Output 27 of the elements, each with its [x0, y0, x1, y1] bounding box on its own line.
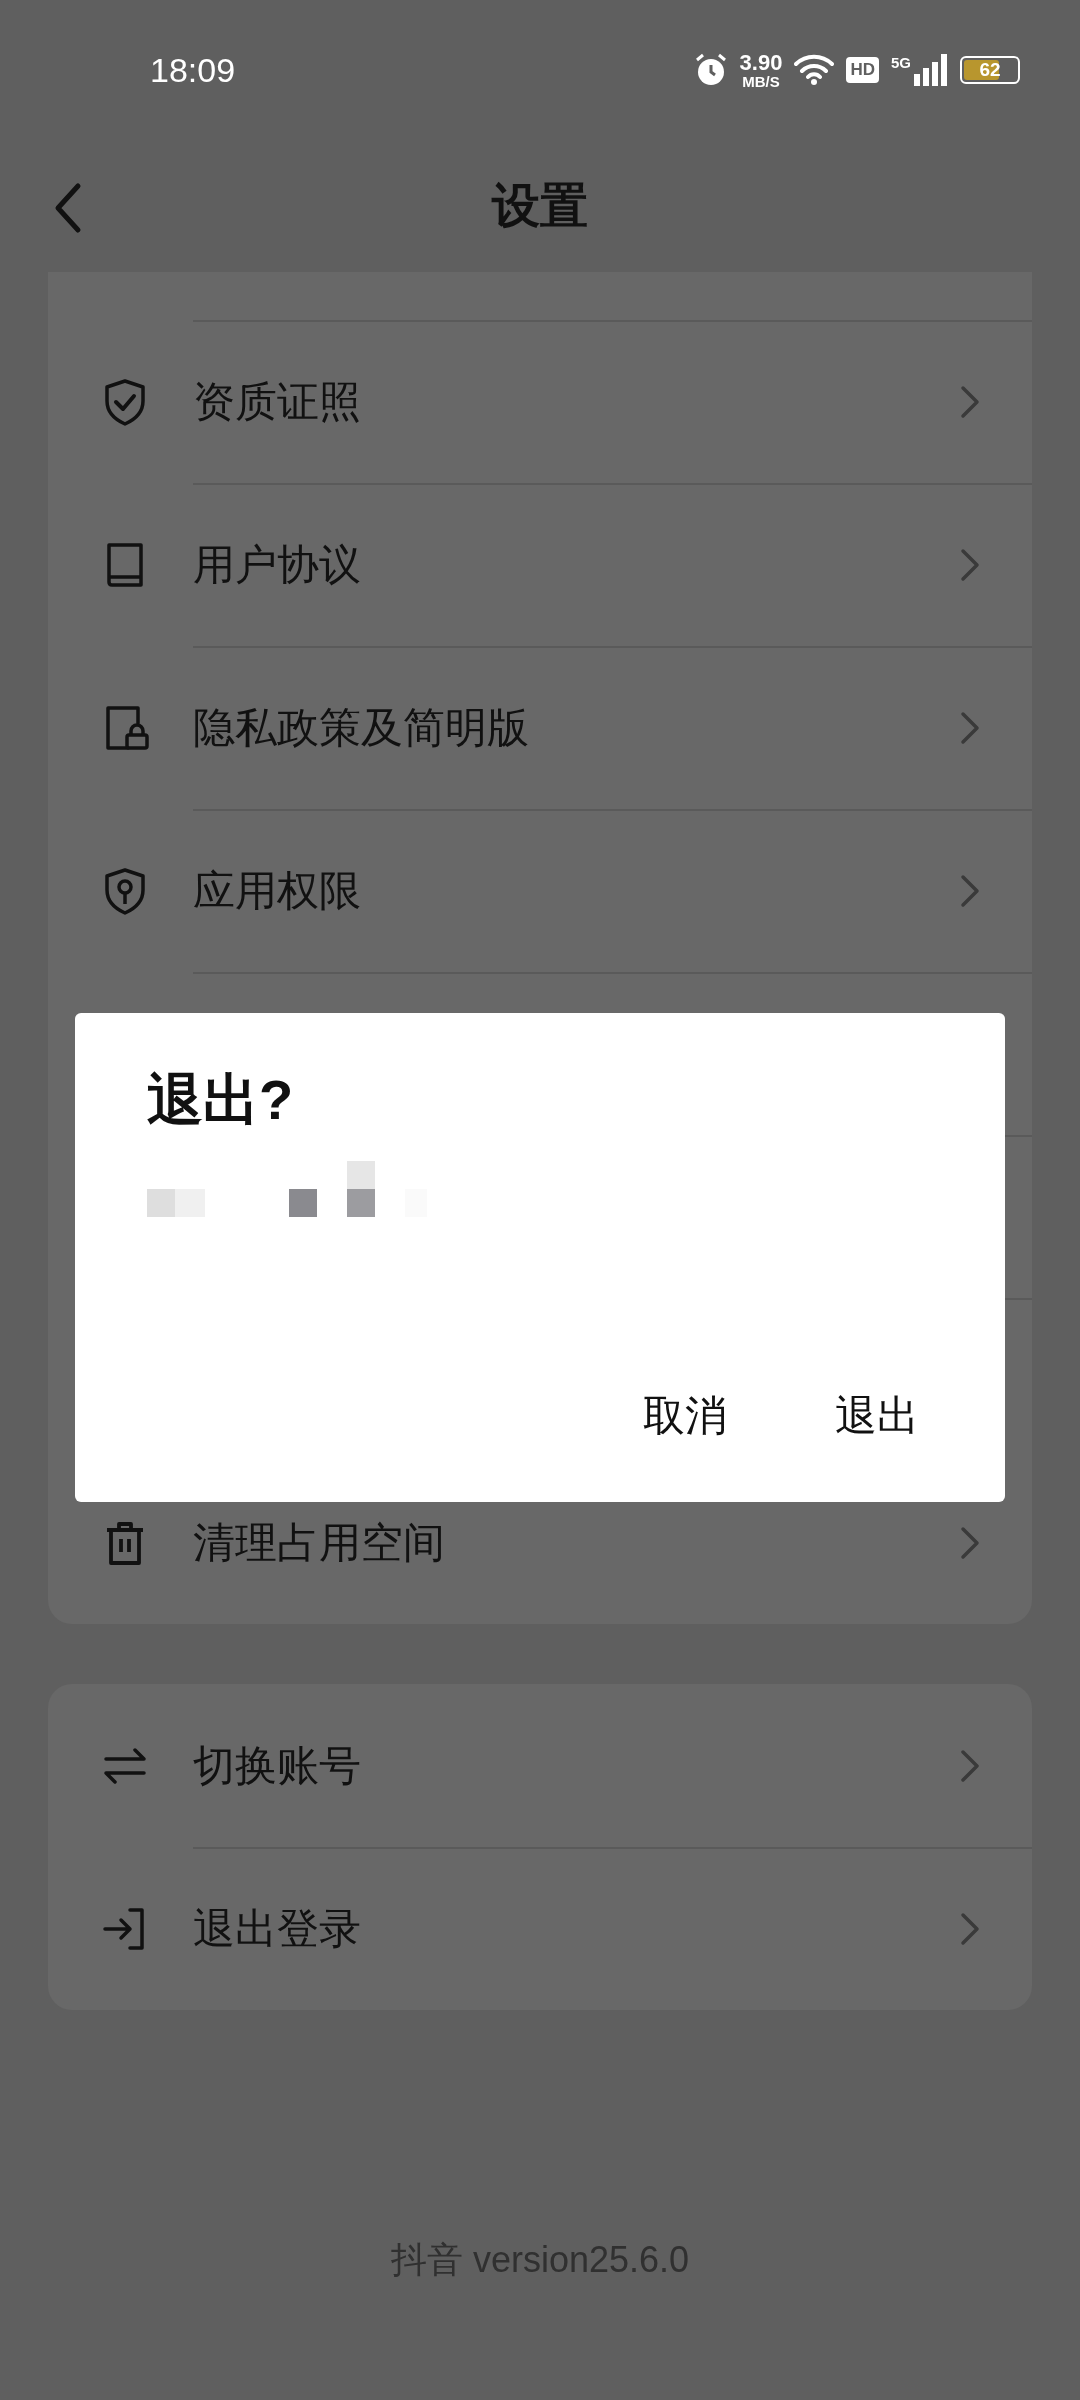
chevron-right-icon [960, 1748, 980, 1783]
hd-badge: HD [846, 57, 879, 83]
settings-item-label[interactable]: 应用权限 [193, 862, 960, 919]
network-speed-unit: MB/S [742, 73, 780, 89]
alarm-clock-icon [693, 53, 728, 87]
signal-bars-icon [914, 54, 948, 86]
settings-item-label[interactable]: 隐私政策及简明版 [193, 699, 960, 756]
chevron-right-icon [960, 1525, 980, 1560]
chevron-right-icon [960, 384, 980, 419]
dialog-button[interactable]: 取消 [629, 1378, 741, 1454]
chevron-right-icon [960, 873, 980, 908]
status-time: 18:09 [150, 50, 237, 90]
battery-level: 62 [979, 59, 1001, 81]
page-title: 设置 [492, 178, 588, 234]
chevron-right-icon [960, 547, 980, 582]
chevron-right-icon [960, 710, 980, 745]
wifi-icon [794, 54, 835, 86]
settings-item-label[interactable]: 退出登录 [193, 1900, 960, 1957]
settings-item-label[interactable]: 用户协议 [193, 536, 960, 593]
network-speed: 3.90 [739, 51, 783, 74]
dialog-button[interactable]: 退出 [821, 1378, 933, 1454]
dialog-title: 退出? [147, 1067, 294, 1133]
settings-item-label[interactable]: 切换账号 [193, 1737, 960, 1794]
settings-item-label[interactable]: 资质证照 [193, 373, 960, 430]
settings-item-label[interactable]: 清理占用空间 [193, 1514, 960, 1571]
chevron-right-icon [960, 1911, 980, 1946]
network-type: 5G [891, 54, 911, 71]
